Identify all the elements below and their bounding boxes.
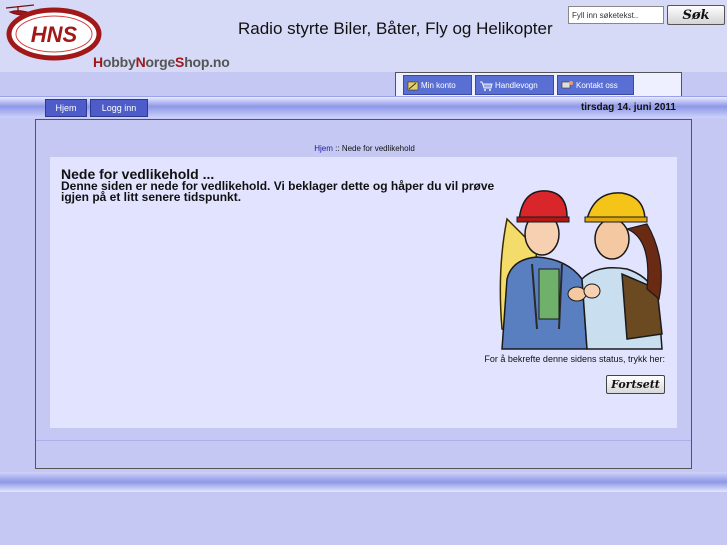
maintenance-message: Denne siden er nede for vedlikehold. Vi …: [61, 179, 495, 204]
search-input[interactable]: [568, 6, 664, 24]
tab-label: Kontakt oss: [576, 80, 618, 90]
tab-label: Handlevogn: [495, 80, 538, 90]
tab-contact[interactable]: Kontakt oss: [557, 75, 634, 95]
cart-icon: [480, 81, 493, 91]
hns-logo[interactable]: HNS: [4, 2, 104, 64]
divider: [36, 440, 691, 441]
construction-workers-illustration: [499, 190, 663, 350]
search-button[interactable]: Søk: [667, 5, 725, 25]
header: HNS HobbyNorgeShop.no Radio styrte Biler…: [0, 0, 727, 72]
current-date: tirsdag 14. juni 2011: [580, 102, 676, 113]
main-content: Hjem :: Nede for vedlikehold Nede for ve…: [35, 119, 692, 469]
svg-text:HNS: HNS: [31, 22, 78, 47]
site-name[interactable]: HobbyNorgeShop.no: [93, 54, 230, 70]
breadcrumb: Hjem :: Nede for vedlikehold: [36, 144, 693, 153]
login-button[interactable]: Logg inn: [90, 99, 148, 117]
confirm-instruction: For å bekrefte denne sidens status, tryk…: [484, 354, 665, 364]
breadcrumb-home-link[interactable]: Hjem: [314, 144, 333, 153]
tab-cart[interactable]: Handlevogn: [475, 75, 554, 95]
tab-my-account[interactable]: Min konto: [403, 75, 472, 95]
footer-bar: [0, 472, 727, 492]
footer: [0, 492, 727, 545]
maintenance-panel: Nede for vedlikehold ... Denne siden er …: [50, 157, 677, 428]
tab-label: Min konto: [421, 80, 456, 90]
account-tabs: Min konto Handlevogn Kontakt oss: [395, 72, 682, 96]
breadcrumb-current: Nede for vedlikehold: [341, 144, 415, 153]
breadcrumb-separator: ::: [335, 144, 340, 153]
account-icon: [407, 81, 419, 90]
home-button[interactable]: Hjem: [45, 99, 87, 117]
site-tagline: Radio styrte Biler, Båter, Fly og Heliko…: [238, 19, 553, 38]
contact-icon: [561, 80, 573, 88]
continue-button[interactable]: Fortsett: [606, 375, 665, 394]
